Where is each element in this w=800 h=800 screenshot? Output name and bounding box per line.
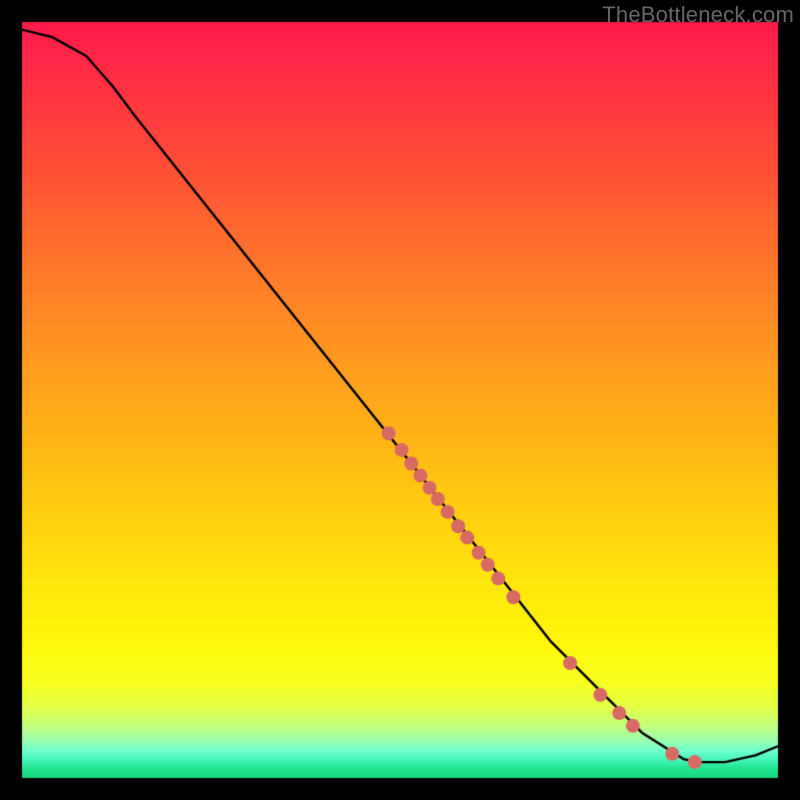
watermark-text: TheBottleneck.com [602,2,794,28]
chart-canvas [0,0,800,800]
